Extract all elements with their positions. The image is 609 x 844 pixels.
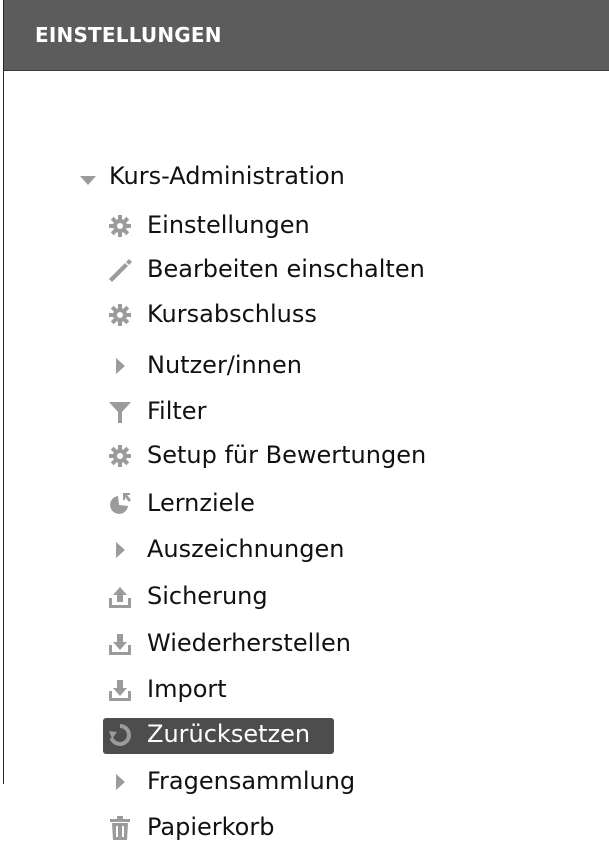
- tree-item-label: Nutzer/innen: [147, 351, 302, 379]
- tree-item-label: Lernziele: [147, 489, 255, 517]
- tree-item-gradebook-setup[interactable]: Setup für Bewertungen: [4, 438, 564, 472]
- tree-item-import[interactable]: Import: [4, 672, 564, 706]
- tree-item-label: Wiederherstellen: [147, 629, 351, 657]
- tree-item-filters[interactable]: Filter: [4, 394, 564, 428]
- download-icon: [105, 630, 135, 658]
- caret-right-icon[interactable]: [105, 768, 135, 796]
- gear-icon: [105, 301, 135, 329]
- download-icon: [105, 676, 135, 704]
- tree-item-label: Setup für Bewertungen: [147, 441, 427, 469]
- tree-item-settings[interactable]: Einstellungen: [4, 208, 564, 242]
- settings-block: EINSTELLUNGEN Kurs-Administration Einste…: [3, 0, 609, 841]
- tree-item-competencies[interactable]: Lernziele: [4, 486, 564, 520]
- gear-icon: [105, 442, 135, 470]
- pencil-icon: [105, 256, 135, 284]
- reset-icon: [105, 721, 135, 749]
- tree-item-question-bank[interactable]: Fragensammlung: [4, 764, 564, 798]
- tree-item-label: Bearbeiten einschalten: [147, 255, 425, 283]
- block-title: EINSTELLUNGEN: [35, 23, 222, 47]
- caret-right-icon[interactable]: [105, 352, 135, 380]
- tree-item-label: Papierkorb: [147, 813, 275, 841]
- tree-item-label: Kursabschluss: [147, 300, 317, 328]
- tree-item-course-completion[interactable]: Kursabschluss: [4, 297, 564, 331]
- tree-root-label: Kurs-Administration: [109, 162, 345, 190]
- tree-item-label: Sicherung: [147, 582, 268, 610]
- tree-item-label: Einstellungen: [147, 211, 310, 239]
- tree-item-restore[interactable]: Wiederherstellen: [4, 626, 564, 660]
- tree-item-backup[interactable]: Sicherung: [4, 579, 564, 613]
- tree-item-label: Auszeichnungen: [147, 535, 345, 563]
- tree-item-badges[interactable]: Auszeichnungen: [4, 532, 564, 566]
- tree-item-label: Import: [147, 675, 227, 703]
- caret-right-icon[interactable]: [105, 536, 135, 564]
- tree-item-reset[interactable]: Zurücksetzen: [4, 717, 564, 754]
- competency-icon: [105, 490, 135, 518]
- tree-item-label: Filter: [147, 397, 207, 425]
- tree-item-label: Fragensammlung: [147, 767, 356, 795]
- tree-item-users[interactable]: Nutzer/innen: [4, 348, 564, 382]
- filter-icon: [105, 398, 135, 426]
- trash-icon: [105, 814, 135, 842]
- tree-item-recycle-bin[interactable]: Papierkorb: [4, 810, 564, 844]
- upload-icon: [105, 583, 135, 611]
- tree-item-label: Zurücksetzen: [147, 720, 311, 748]
- tree-item-turn-editing-on[interactable]: Bearbeiten einschalten: [4, 252, 564, 286]
- caret-down-icon[interactable]: [80, 171, 96, 190]
- block-header[interactable]: EINSTELLUNGEN: [4, 0, 609, 71]
- gear-icon: [105, 212, 135, 240]
